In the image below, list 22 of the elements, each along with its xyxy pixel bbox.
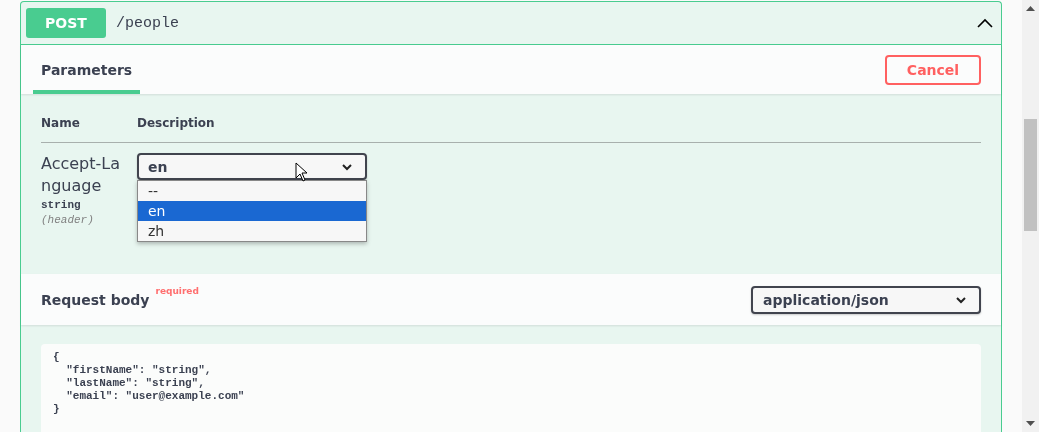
chevron-down-icon — [341, 162, 353, 171]
section-title: Request body — [41, 291, 150, 308]
dropdown-option[interactable]: -- — [138, 181, 366, 201]
dropdown-option[interactable]: zh — [138, 221, 366, 241]
scrollbar-thumb[interactable] — [1024, 119, 1037, 231]
content-type-dropdown[interactable]: application/json — [751, 285, 981, 314]
dropdown-option[interactable]: en — [138, 201, 366, 221]
scroll-up-icon[interactable] — [1026, 6, 1035, 12]
endpoint-path: /people — [116, 14, 180, 32]
parameter-type: string — [41, 199, 82, 211]
column-header: Name — [41, 116, 81, 130]
required-label: required — [155, 285, 199, 296]
method-badge: POST — [26, 8, 106, 38]
parameter-location: (header) — [41, 214, 95, 226]
scroll-down-icon[interactable] — [1026, 420, 1035, 426]
chevron-down-icon — [955, 295, 967, 304]
example-code: { "firstName": "string", "lastName": "string", "email": "user@example.com" } — [41, 344, 981, 432]
value-dropdown[interactable]: en — [137, 153, 367, 180]
column-header: Description — [137, 116, 216, 130]
tab[interactable]: Parameters — [33, 45, 141, 94]
parameter-name: Accept-Language — [41, 153, 121, 197]
chevron-up-icon[interactable] — [976, 17, 994, 29]
